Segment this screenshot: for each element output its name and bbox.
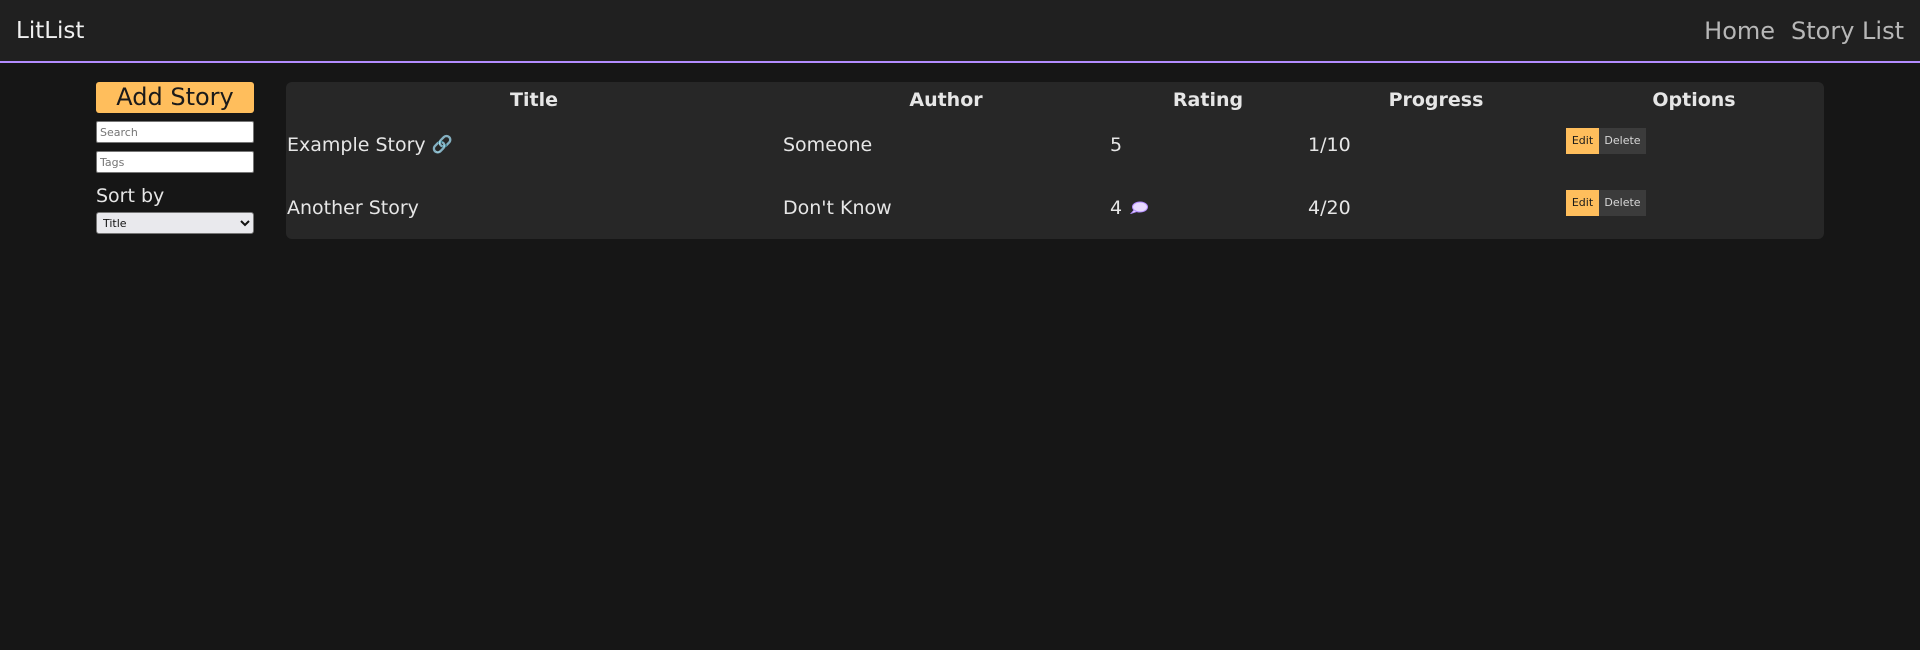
comment-icon[interactable] — [1130, 201, 1149, 214]
row-1-author: Someone — [783, 134, 873, 156]
row-1-delete-button[interactable]: Delete — [1599, 128, 1646, 154]
nav-story-list-link[interactable]: Story List — [1791, 17, 1904, 45]
sort-by-label: Sort by — [96, 185, 165, 207]
top-nav-bar: LitList Home Story List — [0, 0, 1920, 63]
row-1-rating: 5 — [1110, 134, 1123, 156]
search-input[interactable] — [96, 121, 254, 143]
column-header-progress: Progress — [1388, 89, 1484, 111]
story-title[interactable]: Another Story — [287, 197, 419, 219]
column-header-options: Options — [1652, 89, 1736, 111]
row-2-author: Don't Know — [783, 197, 892, 219]
tags-input[interactable] — [96, 151, 254, 173]
sort-by-select[interactable]: Title — [96, 212, 254, 234]
row-1-title-cell: Example Story 🔗 — [287, 134, 453, 156]
row-2-progress: 4/20 — [1308, 197, 1351, 219]
story-table: Title Author Rating Progress Options Exa… — [286, 82, 1824, 239]
nav-links: Home Story List — [1704, 17, 1904, 45]
row-2-edit-button[interactable]: Edit — [1566, 190, 1599, 216]
row-2-delete-button[interactable]: Delete — [1599, 190, 1646, 216]
column-header-title: Title — [510, 89, 558, 111]
row-1-edit-button[interactable]: Edit — [1566, 128, 1599, 154]
sidebar: Add Story Sort by Title — [96, 82, 254, 234]
story-title[interactable]: Example Story — [287, 134, 426, 156]
nav-home-link[interactable]: Home — [1704, 17, 1775, 45]
column-header-author: Author — [909, 89, 983, 111]
link-icon[interactable]: 🔗 — [432, 135, 453, 155]
brand-logo[interactable]: LitList — [16, 18, 84, 44]
row-2-rating-cell: 4 — [1110, 197, 1149, 219]
row-1-progress: 1/10 — [1308, 134, 1351, 156]
add-story-button[interactable]: Add Story — [96, 82, 254, 113]
row-2-rating: 4 — [1110, 197, 1123, 219]
row-2-title-cell: Another Story — [287, 197, 419, 219]
column-header-rating: Rating — [1172, 89, 1244, 111]
